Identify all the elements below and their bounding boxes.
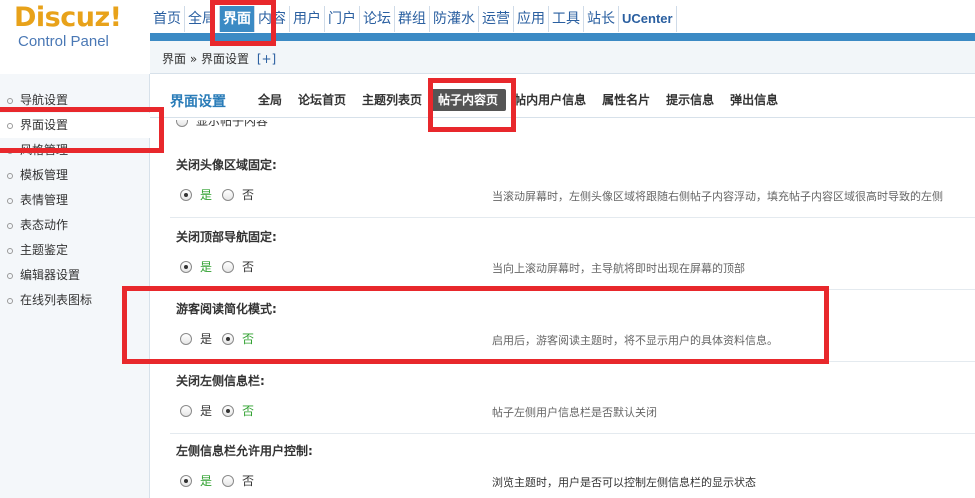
tab-profile-card[interactable]: 属性名片 [594, 89, 658, 111]
setting-description: 浏览主题时，用户是否可以控制左侧信息栏的显示状态 [492, 476, 756, 489]
top-nav-users[interactable]: 用户 [290, 6, 325, 32]
setting-label: 关闭顶部导航固定: [176, 230, 277, 244]
option-yes[interactable]: 是 [180, 402, 212, 419]
tab-popup-messages[interactable]: 弹出信息 [722, 89, 786, 111]
tab-post-user-info[interactable]: 帖内用户信息 [506, 89, 594, 111]
sidebar-item-thread-stamps[interactable]: 主题鉴定 [0, 238, 150, 263]
sidebar-item-editor-settings[interactable]: 编辑器设置 [0, 263, 150, 288]
tab-forum-index[interactable]: 论坛首页 [290, 89, 354, 111]
radio-yes[interactable] [180, 474, 192, 487]
sidebar-item-reactions[interactable]: 表态动作 [0, 213, 150, 238]
annotation-box-sidebar [0, 107, 164, 153]
logo-subtitle: Control Panel [18, 33, 109, 50]
option-no[interactable]: 否 [222, 402, 254, 419]
radio-no[interactable] [222, 474, 235, 487]
logo[interactable]: Discuz! Control Panel [14, 3, 134, 53]
radio-no[interactable] [222, 188, 235, 201]
radio-yes[interactable] [180, 188, 192, 201]
annotation-box-top-nav [210, 0, 276, 46]
top-nav-apps[interactable]: 应用 [514, 6, 549, 32]
setting-description: 当向上滚动屏幕时，主导航将即时出现在屏幕的顶部 [492, 262, 745, 275]
tab-thread-list[interactable]: 主题列表页 [354, 89, 430, 111]
sub-nav: 界面设置 全局 论坛首页 主题列表页 帖子内容页 帖内用户信息 属性名片 提示信… [150, 84, 975, 118]
option-yes[interactable]: 是 [180, 258, 212, 275]
option-no[interactable]: 否 [222, 472, 254, 489]
annotation-box-tab [428, 78, 516, 132]
logo-brand: Discuz! [14, 2, 122, 33]
top-nav-forum[interactable]: 论坛 [360, 6, 395, 32]
top-nav-webmaster[interactable]: 站长 [584, 6, 619, 32]
option-no[interactable]: 否 [222, 186, 254, 203]
breadcrumb: 界面 » 界面设置 [+] [162, 50, 276, 67]
radio-no[interactable] [222, 260, 235, 273]
row-divider [170, 433, 975, 434]
setting-description: 当滚动屏幕时，左侧头像区域将跟随右侧帖子内容浮动，填充帖子内容区域很高时导致的左… [492, 190, 943, 203]
sidebar-item-template-management[interactable]: 模板管理 [0, 163, 150, 188]
top-nav-ucenter[interactable]: UCenter [619, 6, 677, 32]
setting-label: 左侧信息栏允许用户控制: [176, 444, 313, 458]
option-yes[interactable]: 是 [180, 472, 212, 489]
tab-global[interactable]: 全局 [250, 89, 290, 111]
top-nav-tools[interactable]: 工具 [549, 6, 584, 32]
add-shortcut-link[interactable]: [+] [257, 52, 276, 66]
radio-yes[interactable] [180, 260, 192, 273]
tab-prompt-messages[interactable]: 提示信息 [658, 89, 722, 111]
sidebar-item-smiley-management[interactable]: 表情管理 [0, 188, 150, 213]
setting-label: 关闭头像区域固定: [176, 158, 277, 172]
setting-description: 帖子左侧用户信息栏是否默认关闭 [492, 406, 657, 419]
top-nav-groups[interactable]: 群组 [395, 6, 430, 32]
option-no[interactable]: 否 [222, 258, 254, 275]
option-yes[interactable]: 是 [180, 186, 212, 203]
top-nav-operations[interactable]: 运营 [479, 6, 514, 32]
top-nav-antispam[interactable]: 防灌水 [430, 6, 479, 32]
radio-yes[interactable] [180, 404, 192, 417]
setting-label: 关闭左侧信息栏: [176, 374, 265, 388]
truncated-option-label: 显示帖子内容 [196, 120, 269, 128]
truncated-radio[interactable] [176, 120, 188, 127]
annotation-box-setting [122, 286, 829, 364]
page-title: 界面设置 [170, 94, 226, 110]
top-nav-portal[interactable]: 门户 [325, 6, 360, 32]
radio-no[interactable] [222, 404, 235, 417]
row-divider [170, 217, 975, 218]
top-nav-home[interactable]: 首页 [150, 6, 185, 32]
breadcrumb-text[interactable]: 界面 » 界面设置 [162, 52, 249, 66]
